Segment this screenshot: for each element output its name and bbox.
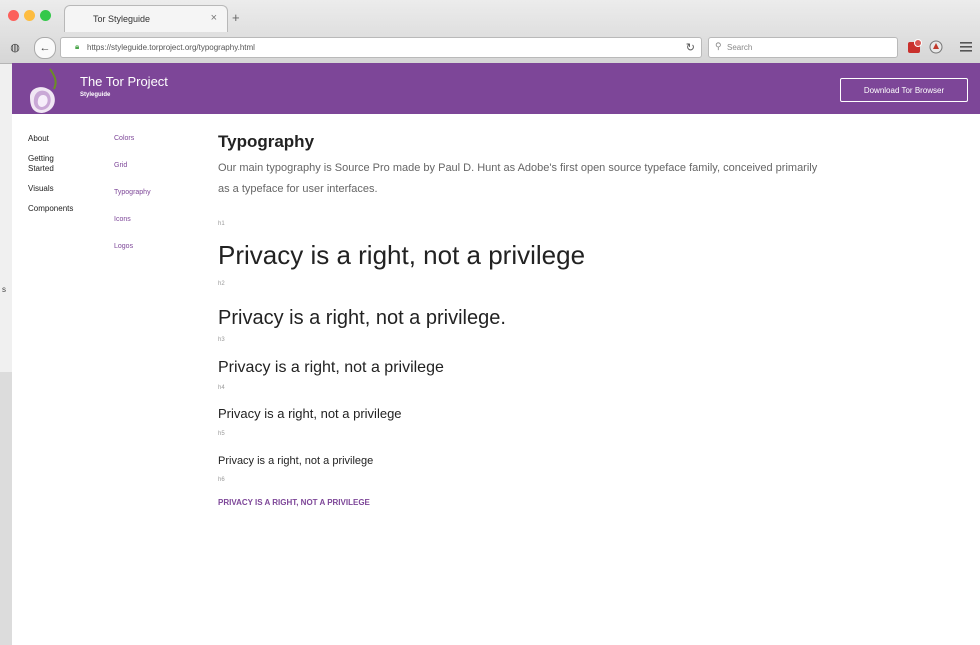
new-tab-button[interactable]: + [232,10,240,25]
menu-icon[interactable] [958,39,974,55]
reload-icon[interactable]: ↻ [686,41,695,54]
identity-icon[interactable]: ◍ [6,37,24,57]
intro-paragraph: Our main typography is Source Pro made b… [218,162,818,195]
search-input[interactable]: ⚲ Search [708,37,898,58]
search-icon: ⚲ [715,41,722,51]
back-button[interactable]: ← [34,37,56,59]
sample-h4: Privacy is a right, not a privilege [218,406,402,421]
page-body: About Getting Started Visuals Components… [12,114,980,645]
navigation-toolbar: ◍ ← 🔒︎ https://styleguide.torproject.org… [0,34,980,60]
background-window-text: s [2,285,6,294]
download-tor-browser-button[interactable]: Download Tor Browser [840,78,968,102]
tab-title: Tor Styleguide [93,14,151,24]
sample-h6: PRIVACY IS A RIGHT, NOT A PRIVILEGE [218,498,370,507]
sample-h3: Privacy is a right, not a privilege [218,359,444,376]
browser-tab[interactable]: Tor Styleguide × [64,5,228,32]
site-title[interactable]: The Tor Project [80,74,168,89]
close-window-button[interactable] [8,10,19,21]
extension-badge-icon[interactable] [906,39,922,55]
side-nav-item-components[interactable]: Components [28,204,108,214]
sample-label-h1: h1 [218,221,225,227]
sub-nav-item-logos[interactable]: Logos [114,242,184,252]
sample-label-h3: h3 [218,337,225,343]
sample-label-h4: h4 [218,385,225,391]
sample-label-h2: h2 [218,281,225,287]
sample-h5: Privacy is a right, not a privilege [218,455,374,467]
sub-navigation: Colors Grid Typography Icons Logos [114,134,184,269]
sample-label-h5: h5 [218,431,225,437]
side-nav-item-getting-started[interactable]: Getting Started [28,154,72,174]
side-nav-item-visuals[interactable]: Visuals [28,184,108,194]
tor-onion-logo [30,68,57,113]
site-header: The Tor Project Styleguide Download Tor … [12,63,980,114]
lock-icon: 🔒︎ [75,42,80,51]
sub-nav-item-icons[interactable]: Icons [114,215,184,225]
sub-nav-item-typography[interactable]: Typography [114,188,184,198]
tab-close-icon[interactable]: × [211,12,217,24]
minimize-window-button[interactable] [24,10,35,21]
sample-h2: Privacy is a right, not a privilege. [218,307,506,329]
main-content: Typography Our main typography is Source… [218,132,958,508]
url-text: https://styleguide.torproject.org/typogr… [87,43,255,52]
side-navigation: About Getting Started Visuals Components [28,134,108,224]
url-bar[interactable]: 🔒︎ https://styleguide.torproject.org/typ… [60,37,702,58]
sample-h1: Privacy is a right, not a privilege [218,240,586,270]
sample-label-h6: h6 [218,477,225,483]
search-placeholder: Search [727,43,753,52]
sub-nav-item-grid[interactable]: Grid [114,161,184,171]
sub-nav-item-colors[interactable]: Colors [114,134,184,144]
browser-chrome: Tor Styleguide × + ◍ ← 🔒︎ https://styleg… [0,0,980,64]
page-title: Typography [218,132,315,151]
side-nav-item-about[interactable]: About [28,134,108,144]
addon-icon[interactable] [928,39,944,55]
site-subtitle: Styleguide [80,92,111,98]
zoom-window-button[interactable] [40,10,51,21]
